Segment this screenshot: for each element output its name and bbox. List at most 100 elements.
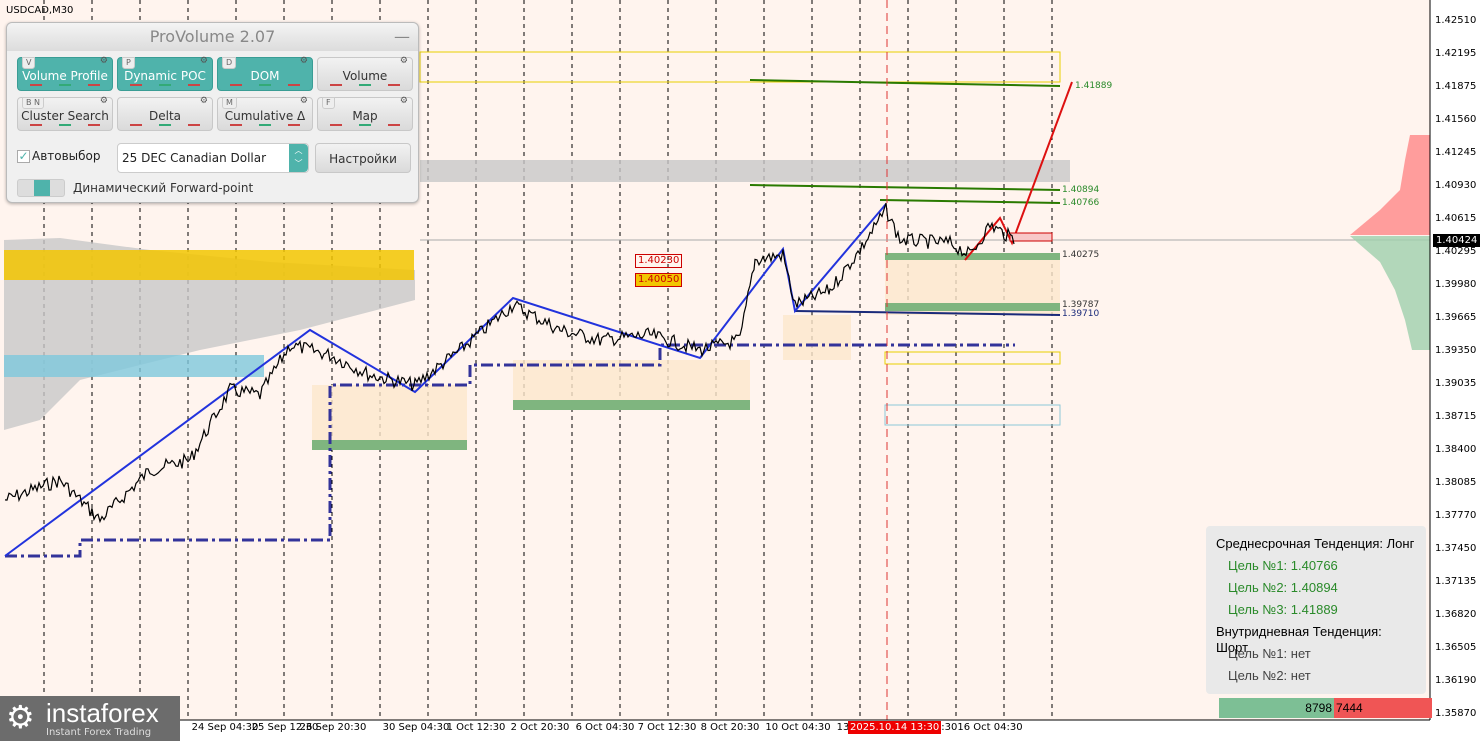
tool-label: Delta (148, 109, 181, 123)
minimize-button[interactable]: — (394, 23, 410, 51)
time-tick: 10 Oct 04:30 (765, 722, 831, 733)
autoselect-checkbox[interactable]: ✓ Автовыбор (17, 149, 101, 163)
tool-button-volume[interactable]: ⚙ Volume (317, 56, 413, 91)
tool-label: Map (352, 109, 378, 123)
hotkey-badge: P (122, 57, 135, 69)
mid-target-1: Цель №1: 1.40766 (1228, 558, 1338, 573)
price-tick: 1.41245 (1435, 147, 1477, 158)
mid-target-3: Цель №3: 1.41889 (1228, 602, 1338, 617)
trend-info-box: Среднесрочная Тенденция: Лонг Цель №1: 1… (1206, 526, 1426, 694)
gear-icon[interactable]: ⚙ (100, 56, 108, 66)
panel-title-bar[interactable]: ProVolume 2.07 — (7, 23, 418, 51)
price-tick: 1.40295 (1435, 246, 1477, 257)
hotkey-badge: F (322, 97, 335, 109)
time-tick: 30 Sep 04:30 (382, 722, 450, 733)
instaforex-logo: ⚙ instaforex Instant Forex Trading (0, 696, 180, 741)
tool-button-dom[interactable]: D ⚙ DOM (217, 56, 313, 91)
price-tick: 1.39980 (1435, 279, 1477, 290)
tool-button-volume-profile[interactable]: V ⚙ Volume Profile (17, 56, 113, 91)
time-tick: 6 Oct 04:30 (575, 722, 635, 733)
logo-tagline: Instant Forex Trading (46, 727, 152, 738)
price-tick: 1.38715 (1435, 411, 1477, 422)
hotkey-badge: V (22, 57, 36, 69)
gear-icon[interactable]: ⚙ (300, 56, 308, 66)
price-tick: 1.38085 (1435, 477, 1477, 488)
intraday-target-1: Цель №1: нет (1228, 646, 1311, 661)
check-icon: ✓ (17, 149, 30, 163)
buy-sell-balance: 8798 7444 (1219, 698, 1432, 718)
tool-button-cumulative-[interactable]: M ⚙ Cumulative Δ (217, 96, 313, 131)
price-tick: 1.36190 (1435, 675, 1477, 686)
logo-name: instaforex (46, 698, 159, 728)
time-tick: 26 Sep 20:30 (299, 722, 367, 733)
tool-button-map[interactable]: F ⚙ Map (317, 96, 413, 131)
target3-label: 1.41889 (1075, 81, 1113, 91)
price-tick: 1.41560 (1435, 114, 1477, 125)
tool-label: Volume (342, 69, 388, 83)
price-tick: 1.41875 (1435, 81, 1477, 92)
price-tick: 1.39035 (1435, 378, 1477, 389)
sell-volume: 7444 (1334, 698, 1432, 718)
price-tick: 1.42195 (1435, 48, 1477, 59)
time-tick: 1 Oct 12:30 (446, 722, 506, 733)
level-label: 1.39710 (1062, 309, 1100, 319)
level-box-2: 1.40050 (635, 273, 683, 287)
mid-trend: Среднесрочная Тенденция: Лонг (1216, 536, 1415, 551)
gear-icon[interactable]: ⚙ (400, 96, 408, 106)
updown-arrows-icon[interactable]: ︿ ﹀ (289, 144, 308, 172)
current-price-label: 1.40424 (1433, 234, 1480, 247)
gear-icon[interactable]: ⚙ (200, 56, 208, 66)
target2-label: 1.40894 (1062, 185, 1100, 195)
instrument-value: 25 DEC Canadian Dollar (122, 151, 267, 165)
price-tick: 1.37135 (1435, 576, 1477, 587)
current-time-label: 2025.10.14 13:30 (848, 721, 942, 734)
provolume-panel: ProVolume 2.07 — V ⚙ Volume Profile P ⚙ Dynami… (6, 22, 419, 203)
hotkey-badge: M (222, 97, 237, 109)
instrument-select[interactable]: 25 DEC Canadian Dollar ︿ ﹀ (117, 143, 309, 173)
gear-logo-icon: ⚙ (6, 698, 35, 736)
panel-title: ProVolume 2.07 (149, 27, 276, 46)
price-tick: 1.37450 (1435, 543, 1477, 554)
tool-button-cluster-search[interactable]: B N ⚙ Cluster Search (17, 96, 113, 131)
buy-volume: 8798 (1219, 698, 1334, 718)
tool-label: Cluster Search (21, 109, 109, 123)
price-tick: 1.40615 (1435, 213, 1477, 224)
price-tick: 1.42510 (1435, 15, 1477, 26)
time-tick: 16 Oct 04:30 (957, 722, 1023, 733)
settings-button[interactable]: Настройки (315, 143, 411, 173)
price-tick: 1.36505 (1435, 642, 1477, 653)
intraday-trend: Внутридневная Тенденция: Шорт (1216, 624, 1382, 655)
price-tick: 1.36820 (1435, 609, 1477, 620)
chart-symbol: USDCAD,M30 (6, 5, 74, 16)
autoselect-label: Автовыбор (32, 149, 101, 163)
hotkey-badge: B N (22, 97, 45, 109)
gear-icon[interactable]: ⚙ (100, 96, 108, 106)
time-tick: 2 Oct 20:30 (510, 722, 570, 733)
level-box-1: 1.40230 (635, 254, 683, 268)
price-tick: 1.38400 (1435, 444, 1477, 455)
time-tick: 24 Sep 04:30 (191, 722, 259, 733)
tool-button-delta[interactable]: ⚙ Delta (117, 96, 213, 131)
price-tick: 1.39350 (1435, 345, 1477, 356)
mid-target-2: Цель №2: 1.40894 (1228, 580, 1338, 595)
gear-icon[interactable]: ⚙ (400, 56, 408, 66)
target1-label: 1.40766 (1062, 198, 1100, 208)
tool-label: Cumulative Δ (224, 109, 306, 123)
price-tick: 1.39665 (1435, 312, 1477, 323)
forward-point-label: Динамический Forward-point (73, 181, 254, 195)
tool-button-dynamic-poc[interactable]: P ⚙ Dynamic POC (117, 56, 213, 91)
tool-label: DOM (250, 69, 280, 83)
price-tick: 1.40930 (1435, 180, 1477, 191)
time-tick: 7 Oct 12:30 (637, 722, 697, 733)
hotkey-badge: D (222, 57, 237, 69)
price-tick: 1.35870 (1435, 708, 1477, 719)
level-label: 1.40275 (1062, 250, 1100, 260)
price-tick: 1.37770 (1435, 510, 1477, 521)
time-tick: 8 Oct 20:30 (700, 722, 760, 733)
forward-point-toggle[interactable] (17, 179, 65, 197)
gear-icon[interactable]: ⚙ (300, 96, 308, 106)
gear-icon[interactable]: ⚙ (200, 96, 208, 106)
tool-label: Dynamic POC (124, 69, 206, 83)
intraday-target-2: Цель №2: нет (1228, 668, 1311, 683)
tool-label: Volume Profile (22, 69, 108, 83)
